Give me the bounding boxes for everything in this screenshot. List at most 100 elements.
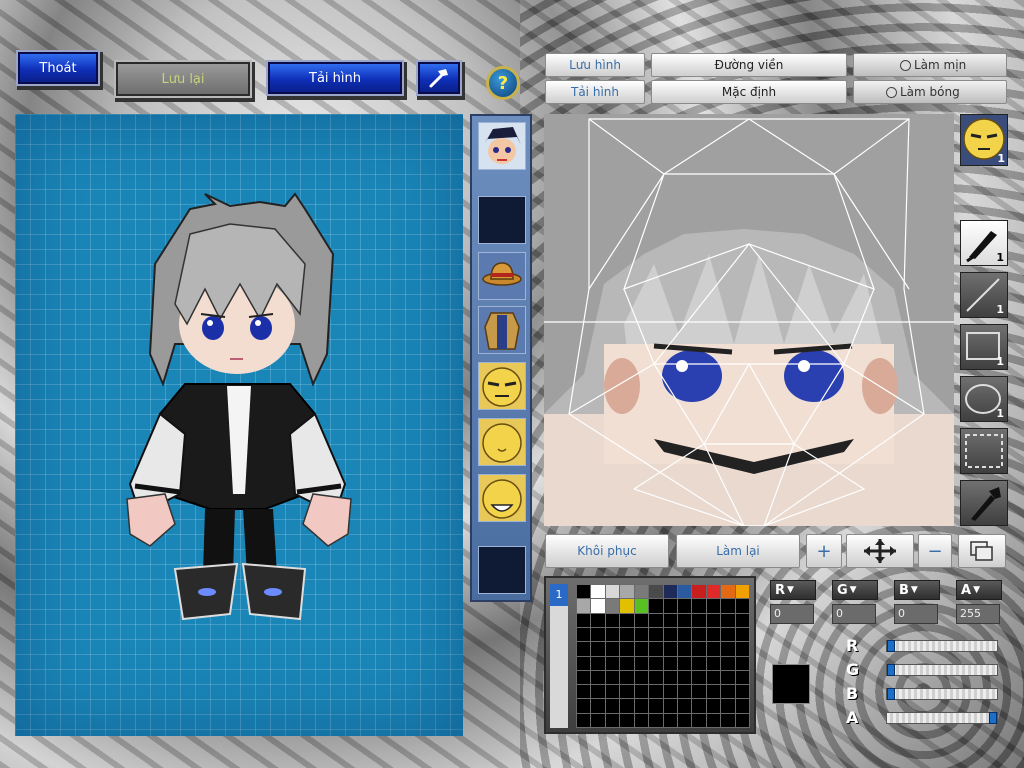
- palette-swatch[interactable]: [605, 585, 620, 599]
- palette-swatch[interactable]: [591, 713, 605, 727]
- palette-swatch[interactable]: [721, 685, 735, 699]
- exit-button[interactable]: Thoát: [18, 52, 98, 84]
- palette-swatch[interactable]: [577, 599, 591, 613]
- palette-swatch[interactable]: [735, 699, 749, 713]
- palette-swatch[interactable]: [677, 685, 692, 699]
- slider-knob[interactable]: [887, 640, 895, 652]
- restore-button[interactable]: Khôi phục: [545, 534, 669, 568]
- part-slot-character[interactable]: [478, 122, 526, 170]
- g-input[interactable]: 0: [832, 604, 876, 624]
- palette-swatch[interactable]: [591, 656, 605, 670]
- palette-swatch[interactable]: [620, 656, 634, 670]
- palette-swatch[interactable]: [620, 713, 634, 727]
- palette-swatch[interactable]: [692, 685, 706, 699]
- palette-swatch[interactable]: [677, 670, 692, 685]
- palette-swatch[interactable]: [577, 670, 591, 685]
- palette-swatch[interactable]: [605, 685, 620, 699]
- ellipse-tool[interactable]: 1: [960, 376, 1008, 422]
- palette-swatch[interactable]: [649, 656, 663, 670]
- palette-swatch[interactable]: [649, 713, 663, 727]
- palette-swatch[interactable]: [591, 642, 605, 656]
- palette-swatch[interactable]: [620, 685, 634, 699]
- palette-swatch[interactable]: [706, 699, 721, 713]
- palette-grid[interactable]: [576, 584, 750, 728]
- palette-swatch[interactable]: [721, 599, 735, 613]
- palette-swatch[interactable]: [692, 627, 706, 642]
- b-input[interactable]: 0: [894, 604, 938, 624]
- palette-swatch[interactable]: [591, 699, 605, 713]
- slider-knob[interactable]: [989, 712, 997, 724]
- face-tab[interactable]: 1: [960, 114, 1008, 166]
- reload-button[interactable]: Tải hình: [268, 62, 402, 94]
- default-button[interactable]: Mặc định: [651, 80, 847, 104]
- palette-swatch[interactable]: [735, 613, 749, 627]
- palette-swatch[interactable]: [620, 613, 634, 627]
- palette-swatch[interactable]: [721, 713, 735, 727]
- a-slider[interactable]: [886, 712, 998, 724]
- palette-swatch[interactable]: [663, 699, 677, 713]
- palette-swatch[interactable]: [677, 599, 692, 613]
- palette-swatch[interactable]: [735, 656, 749, 670]
- palette-swatch[interactable]: [721, 642, 735, 656]
- palette-swatch[interactable]: [735, 585, 749, 599]
- palette-swatch[interactable]: [577, 713, 591, 727]
- palette-swatch[interactable]: [677, 585, 692, 599]
- layer-copy-button[interactable]: [958, 534, 1006, 568]
- load-image-button[interactable]: Tải hình: [545, 80, 645, 104]
- line-tool[interactable]: 1: [960, 272, 1008, 318]
- palette-swatch[interactable]: [663, 656, 677, 670]
- palette-swatch[interactable]: [663, 585, 677, 599]
- slider-knob[interactable]: [887, 664, 895, 676]
- palette-swatch[interactable]: [663, 613, 677, 627]
- palette-swatch[interactable]: [663, 685, 677, 699]
- layer-bar[interactable]: 1: [550, 584, 568, 728]
- palette-swatch[interactable]: [591, 670, 605, 685]
- redo-button[interactable]: Làm lại: [676, 534, 800, 568]
- palette-swatch[interactable]: [677, 613, 692, 627]
- part-slot-eyes[interactable]: [478, 362, 526, 410]
- palette-swatch[interactable]: [677, 627, 692, 642]
- g-slider[interactable]: [886, 664, 998, 676]
- palette-swatch[interactable]: [706, 656, 721, 670]
- hammer-button[interactable]: [418, 62, 460, 94]
- palette-swatch[interactable]: [692, 599, 706, 613]
- palette-swatch[interactable]: [577, 656, 591, 670]
- palette-swatch[interactable]: [620, 699, 634, 713]
- palette-swatch[interactable]: [721, 670, 735, 685]
- palette-swatch[interactable]: [735, 670, 749, 685]
- save-button[interactable]: Lưu lại: [116, 62, 250, 96]
- palette-swatch[interactable]: [706, 613, 721, 627]
- part-slot-mouth[interactable]: [478, 474, 526, 522]
- palette-swatch[interactable]: [577, 642, 591, 656]
- palette-swatch[interactable]: [663, 670, 677, 685]
- palette-swatch[interactable]: [663, 642, 677, 656]
- palette-swatch[interactable]: [692, 585, 706, 599]
- part-slot-hat[interactable]: [478, 252, 526, 300]
- palette-swatch[interactable]: [663, 627, 677, 642]
- r-slider[interactable]: [886, 640, 998, 652]
- palette-swatch[interactable]: [649, 599, 663, 613]
- palette-swatch[interactable]: [649, 613, 663, 627]
- palette-swatch[interactable]: [735, 713, 749, 727]
- palette-swatch[interactable]: [721, 613, 735, 627]
- palette-swatch[interactable]: [721, 656, 735, 670]
- palette-swatch[interactable]: [591, 685, 605, 699]
- palette-swatch[interactable]: [577, 699, 591, 713]
- part-slot-empty-bottom[interactable]: [478, 546, 526, 594]
- palette-swatch[interactable]: [692, 699, 706, 713]
- palette-swatch[interactable]: [706, 670, 721, 685]
- r-input[interactable]: 0: [770, 604, 814, 624]
- outline-button[interactable]: Đường viền: [651, 53, 847, 77]
- palette-swatch[interactable]: [605, 627, 620, 642]
- palette-swatch[interactable]: [663, 713, 677, 727]
- palette-swatch[interactable]: [605, 599, 620, 613]
- palette-swatch[interactable]: [591, 585, 605, 599]
- palette-swatch[interactable]: [735, 685, 749, 699]
- palette-swatch[interactable]: [605, 699, 620, 713]
- palette-swatch[interactable]: [605, 656, 620, 670]
- palette-swatch[interactable]: [605, 713, 620, 727]
- palette-swatch[interactable]: [677, 656, 692, 670]
- palette-swatch[interactable]: [634, 656, 649, 670]
- palette-swatch[interactable]: [692, 713, 706, 727]
- palette-swatch[interactable]: [692, 670, 706, 685]
